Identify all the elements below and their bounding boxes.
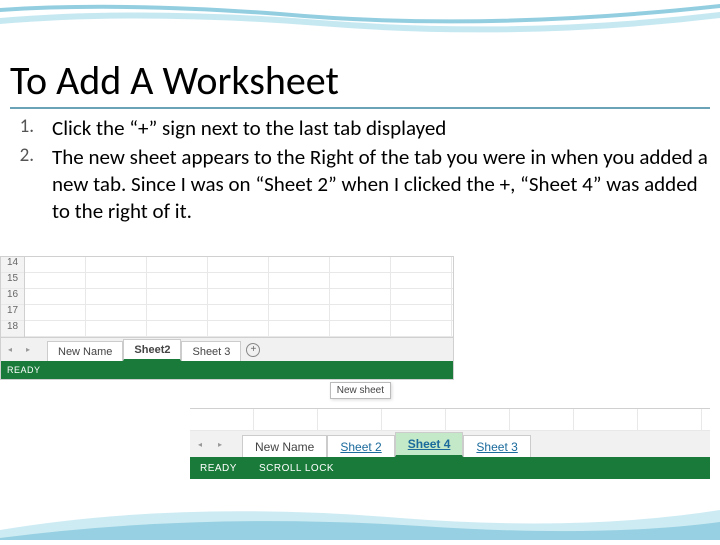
row-header[interactable]: 14 [1,257,24,273]
new-sheet-tooltip: New sheet [330,382,391,399]
tab-scroll-right-icon[interactable]: ▸ [210,431,230,457]
step-item: 1. Click the “+” sign next to the last t… [14,115,710,142]
sheet-tab-bar: ◂ ▸ New Name Sheet2 Sheet 3 + [1,337,453,361]
sheet-tab-sheet3[interactable]: Sheet 3 [181,341,241,361]
slide-decoration-bottom [0,480,720,540]
sheet-tab-sheet4[interactable]: Sheet 4 [395,432,464,457]
sheet-tab-sheet3[interactable]: Sheet 3 [463,435,530,457]
step-item: 2. The new sheet appears to the Right of… [14,144,710,225]
step-number: 1. [14,115,34,142]
step-number: 2. [14,144,34,225]
excel-screenshot-after: ◂ ▸ New Name Sheet 2 Sheet 4 Sheet 3 REA… [190,408,710,479]
sheet-tab-new-name[interactable]: New Name [47,341,123,361]
grid-cells[interactable] [25,257,453,337]
tab-scroll-left-icon[interactable]: ◂ [1,338,19,361]
slide-content: To Add A Worksheet 1. Click the “+” sign… [0,56,720,227]
sheet-tab-new-name[interactable]: New Name [242,435,327,457]
tab-scroll-left-icon[interactable]: ◂ [190,431,210,457]
plus-icon: + [246,343,260,357]
row-headers: 14 15 16 17 18 [1,257,25,337]
spreadsheet-grid: 14 15 16 17 18 [1,257,453,337]
row-header[interactable]: 17 [1,305,24,321]
sheet-tab-sheet2[interactable]: Sheet 2 [327,435,394,457]
status-ready: READY [7,365,41,375]
sheet-tab-sheet2[interactable]: Sheet2 [123,339,181,361]
step-text: The new sheet appears to the Right of th… [52,144,710,225]
grid-row[interactable] [190,409,710,431]
row-header[interactable]: 16 [1,289,24,305]
slide-title: To Add A Worksheet [10,56,710,109]
status-bar: READY [1,361,453,379]
slide-decoration-top [0,0,720,56]
step-list: 1. Click the “+” sign next to the last t… [10,115,710,225]
status-ready: READY [200,463,237,474]
new-sheet-button[interactable]: + [241,338,265,361]
status-scroll-lock: SCROLL LOCK [259,463,334,474]
row-header[interactable]: 18 [1,321,24,337]
sheet-tab-bar: ◂ ▸ New Name Sheet 2 Sheet 4 Sheet 3 [190,431,710,457]
status-bar: READY SCROLL LOCK [190,457,710,479]
row-header[interactable]: 15 [1,273,24,289]
excel-screenshot-before: 14 15 16 17 18 ◂ ▸ New Name Sheet2 Sheet… [0,256,454,380]
tab-scroll-right-icon[interactable]: ▸ [19,338,37,361]
step-text: Click the “+” sign next to the last tab … [52,115,710,142]
